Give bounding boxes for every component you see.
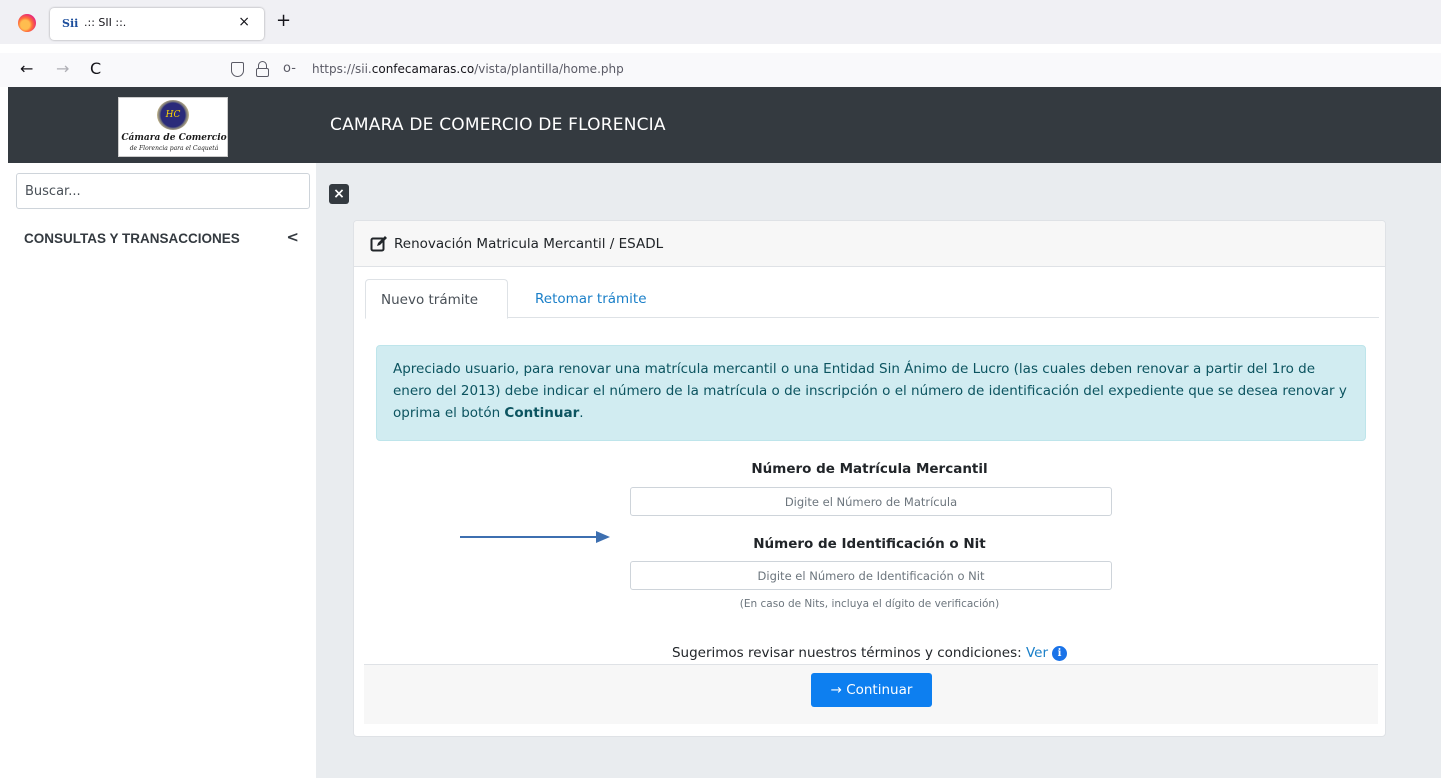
card-header: Renovación Matricula Mercantil / ESADL — [354, 221, 1385, 267]
app-title: CAMARA DE COMERCIO DE FLORENCIA — [330, 115, 666, 135]
key-icon[interactable]: o- — [283, 61, 296, 76]
browser-tab[interactable]: Sii .:: SII ::. × — [50, 8, 264, 40]
url-path: /vista/plantilla/home.php — [474, 62, 624, 76]
lock-icon[interactable] — [256, 61, 269, 77]
sidebar: CONSULTAS Y TRANSACCIONES < — [8, 163, 316, 778]
alert-text-bold: Continuar — [504, 405, 580, 421]
url-prefix: https://sii. — [312, 62, 372, 76]
new-tab-button[interactable]: + — [276, 12, 291, 30]
card-footer: → Continuar — [364, 664, 1378, 724]
logo-line1: Cámara de Comercio — [121, 133, 227, 143]
annotation-arrow-icon — [460, 531, 610, 543]
favicon-icon: Sii — [62, 17, 79, 30]
logo[interactable]: HC Cámara de Comercio de Florencia para … — [118, 97, 228, 157]
browser-nav-bar: ← → C o- https://sii.confecamaras.co/vis… — [0, 53, 1441, 87]
shield-icon[interactable] — [231, 62, 244, 77]
terms-link[interactable]: Ver — [1026, 645, 1048, 661]
edit-icon — [370, 236, 387, 252]
url-host: confecamaras.co — [371, 62, 475, 76]
back-button[interactable]: ← — [20, 60, 33, 78]
browser-tab-bar: Sii .:: SII ::. × + — [0, 0, 1441, 44]
info-alert: Apreciado usuario, para renovar una matr… — [376, 345, 1366, 441]
continue-button[interactable]: → Continuar — [811, 673, 932, 707]
app-header: HC Cámara de Comercio de Florencia para … — [8, 87, 1441, 163]
address-bar[interactable]: https://sii.confecamaras.co/vista/planti… — [312, 62, 624, 76]
tab-retomar-tramite[interactable]: Retomar trámite — [520, 279, 662, 319]
close-icon[interactable]: × — [329, 184, 349, 204]
alert-text-end: . — [579, 405, 584, 421]
card-title: Renovación Matricula Mercantil / ESADL — [394, 236, 664, 252]
sidebar-item-label: CONSULTAS Y TRANSACCIONES — [24, 231, 240, 246]
main-content: × Renovación Matricula Mercantil / ESADL… — [316, 163, 1441, 778]
terms-line: Sugerimos revisar nuestros términos y co… — [354, 645, 1385, 661]
matricula-input[interactable] — [630, 487, 1112, 516]
continue-label: Continuar — [846, 682, 913, 698]
forward-button[interactable]: → — [56, 60, 69, 78]
nit-hint: (En caso de Nits, incluya el dígito de v… — [739, 598, 1000, 610]
chevron-left-icon: < — [286, 228, 299, 246]
logo-line2: de Florencia para el Caquetá — [129, 145, 219, 152]
arrow-right-icon: → — [830, 682, 842, 698]
tab-title: .:: SII ::. — [84, 16, 127, 29]
tab-list: Nuevo trámite Retomar trámite — [365, 279, 1379, 319]
sidebar-item-consultas[interactable]: CONSULTAS Y TRANSACCIONES < — [24, 228, 299, 251]
info-icon[interactable]: i — [1052, 646, 1068, 661]
firefox-icon[interactable] — [18, 14, 36, 32]
matricula-label: Número de Matrícula Mercantil — [751, 461, 988, 477]
logo-seal-icon: HC — [157, 100, 189, 130]
renewal-card: Renovación Matricula Mercantil / ESADL N… — [353, 220, 1386, 737]
nit-input[interactable] — [630, 561, 1112, 590]
reload-button[interactable]: C — [90, 60, 101, 78]
close-tab-icon[interactable]: × — [238, 14, 250, 30]
tab-nuevo-tramite[interactable]: Nuevo trámite — [365, 279, 508, 319]
terms-text: Sugerimos revisar nuestros términos y co… — [671, 645, 1026, 661]
search-input[interactable] — [16, 173, 310, 209]
